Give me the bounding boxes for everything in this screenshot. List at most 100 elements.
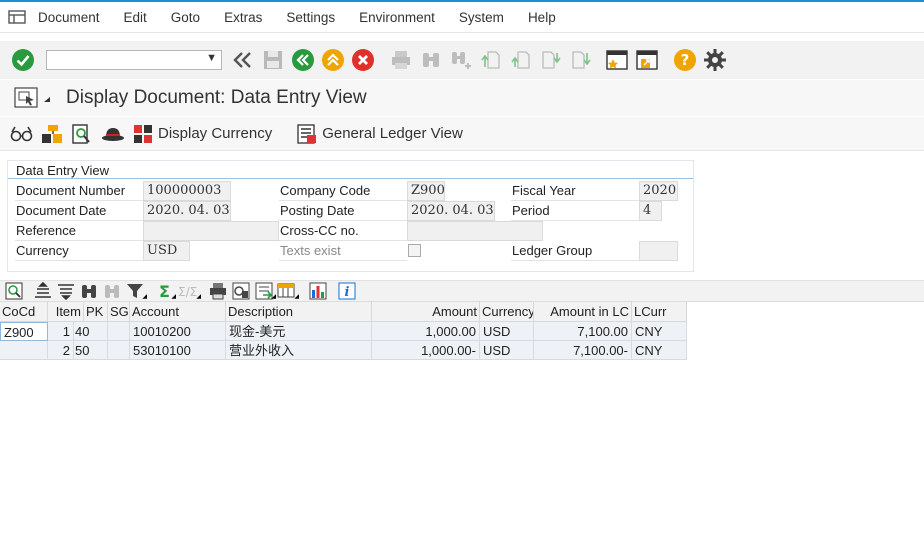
new-session-icon[interactable] (602, 46, 632, 74)
back-icon[interactable] (288, 46, 318, 74)
find-icon[interactable] (79, 282, 99, 300)
column-header-lcurr[interactable]: LCurr (632, 302, 687, 322)
column-header-cocd[interactable]: CoCd (0, 302, 48, 322)
general-ledger-view-label: General Ledger View (322, 125, 463, 142)
last-page-icon[interactable] (566, 46, 596, 74)
next-page-icon[interactable] (536, 46, 566, 74)
column-header-sg[interactable]: SG (108, 302, 130, 322)
information-icon[interactable]: i (337, 282, 357, 300)
save-icon[interactable] (258, 46, 288, 74)
chart-icon[interactable] (308, 282, 328, 300)
command-field[interactable]: ▼ (46, 50, 222, 70)
column-header-description[interactable]: Description (226, 302, 372, 322)
menu-environment[interactable]: Environment (359, 10, 435, 25)
table-row-1-currency[interactable]: USD (480, 322, 534, 341)
table-row-1-cocd[interactable]: Z900 (0, 322, 48, 341)
find-icon[interactable] (416, 46, 446, 74)
back-arrows-icon[interactable] (228, 46, 258, 74)
period-label: Period (511, 201, 639, 221)
table-row-2-lcurr[interactable]: CNY (632, 341, 687, 360)
table-row-1-pk[interactable]: 40 (74, 322, 108, 341)
alv-toolbar: ◢ Σ ◢ Σ/Σ ◢ ◢ ◢ i (0, 280, 924, 302)
company-code-field[interactable]: Z900 (407, 181, 445, 201)
enter-icon[interactable] (8, 46, 38, 74)
column-header-pk[interactable]: PK (84, 302, 108, 322)
section-title: Data Entry View (16, 163, 109, 178)
print-icon[interactable] (386, 46, 416, 74)
sort-descending-icon[interactable] (56, 282, 76, 300)
table-row-2-amount-lc[interactable]: 7,100.00- (534, 341, 632, 360)
table-row-1-item[interactable]: 1 (48, 322, 74, 341)
table-row-2-currency[interactable]: USD (480, 341, 534, 360)
cross-cc-field[interactable] (407, 221, 543, 241)
subtotal-icon[interactable]: Σ/Σ ◢ (177, 282, 201, 300)
menu-help[interactable]: Help (528, 10, 556, 25)
ledger-group-field[interactable] (639, 241, 678, 261)
period-field[interactable]: 4 (639, 201, 662, 221)
table-row-2-account[interactable]: 53010100 (130, 341, 226, 360)
menu-extras[interactable]: Extras (224, 10, 262, 25)
table-row-2-sg[interactable] (108, 341, 130, 360)
settings-gear-icon[interactable] (700, 46, 730, 74)
menu-document[interactable]: Document (38, 10, 100, 25)
table-row-2-cocd[interactable] (0, 341, 48, 360)
table-row-2-description[interactable]: 营业外收入 (226, 341, 372, 360)
column-header-amount-lc[interactable]: Amount in LC (534, 302, 632, 322)
help-icon[interactable]: ? (670, 46, 700, 74)
fiscal-year-field[interactable]: 2020 (639, 181, 678, 201)
chevron-down-icon[interactable]: ▼ (206, 52, 217, 64)
texts-exist-checkbox[interactable] (408, 244, 421, 257)
display-currency-button[interactable]: Display Currency (132, 121, 272, 147)
column-header-amount[interactable]: Amount (372, 302, 480, 322)
document-date-field[interactable]: 2020. 04. 03 (143, 201, 231, 221)
menu-toggle-icon[interactable] (0, 2, 34, 33)
column-header-account[interactable]: Account (130, 302, 226, 322)
first-page-icon[interactable] (476, 46, 506, 74)
export-icon[interactable]: ◢ (254, 282, 276, 300)
posting-date-field[interactable]: 2020. 04. 03 (407, 201, 495, 221)
menu-edit[interactable]: Edit (124, 10, 147, 25)
general-ledger-view-button[interactable]: General Ledger View (296, 121, 463, 147)
column-header-item[interactable]: Item (48, 302, 84, 322)
table-row-1-description[interactable]: 现金-美元 (226, 322, 372, 341)
reference-field[interactable] (143, 221, 279, 241)
currency-blocks-icon (134, 124, 152, 143)
sum-icon[interactable]: Σ ◢ (154, 282, 176, 300)
layout-icon[interactable]: ◢ (277, 282, 299, 300)
table-row-1-amount[interactable]: 1,000.00 (372, 322, 480, 341)
table-row-2-item[interactable]: 2 (48, 341, 74, 360)
table-row-1-lcurr[interactable]: CNY (632, 322, 687, 341)
find-next-icon[interactable] (446, 46, 476, 74)
menu-system[interactable]: System (459, 10, 504, 25)
table-row-1-sg[interactable] (108, 322, 130, 341)
cross-cc-label: Cross-CC no. (279, 221, 407, 241)
details-icon[interactable] (4, 282, 24, 300)
menu-settings[interactable]: Settings (286, 10, 335, 25)
display-hierarchy-icon[interactable] (40, 121, 64, 147)
print-preview-icon[interactable] (208, 282, 228, 300)
cancel-icon[interactable] (348, 46, 378, 74)
sort-ascending-icon[interactable] (33, 282, 53, 300)
glasses-icon[interactable] (10, 121, 34, 147)
svg-text:Σ: Σ (159, 282, 170, 300)
shortcut-icon[interactable] (632, 46, 662, 74)
column-header-currency[interactable]: Currency (480, 302, 534, 322)
filter-icon[interactable]: ◢ (125, 282, 147, 300)
find-next-icon[interactable] (102, 282, 122, 300)
table-row-1-amount-lc[interactable]: 7,100.00 (534, 322, 632, 341)
excel-export-icon[interactable] (231, 282, 251, 300)
document-number-field[interactable]: 100000003 (143, 181, 231, 201)
table-row-1-account[interactable]: 10010200 (130, 322, 226, 341)
table-row-2-amount[interactable]: 1,000.00- (372, 341, 480, 360)
search-document-icon[interactable] (70, 121, 94, 147)
exit-icon[interactable] (318, 46, 348, 74)
hat-icon[interactable] (100, 121, 126, 147)
previous-page-icon[interactable] (506, 46, 536, 74)
currency-field[interactable]: USD (143, 241, 190, 261)
data-entry-view-panel: Data Entry View Document Number 10000000… (7, 160, 694, 272)
menu-goto[interactable]: Goto (171, 10, 200, 25)
section-divider (8, 178, 693, 179)
table-row-2-pk[interactable]: 50 (74, 341, 108, 360)
page-title: Display Document: Data Entry View (66, 87, 367, 108)
menu-dropdown-icon[interactable] (14, 86, 54, 110)
